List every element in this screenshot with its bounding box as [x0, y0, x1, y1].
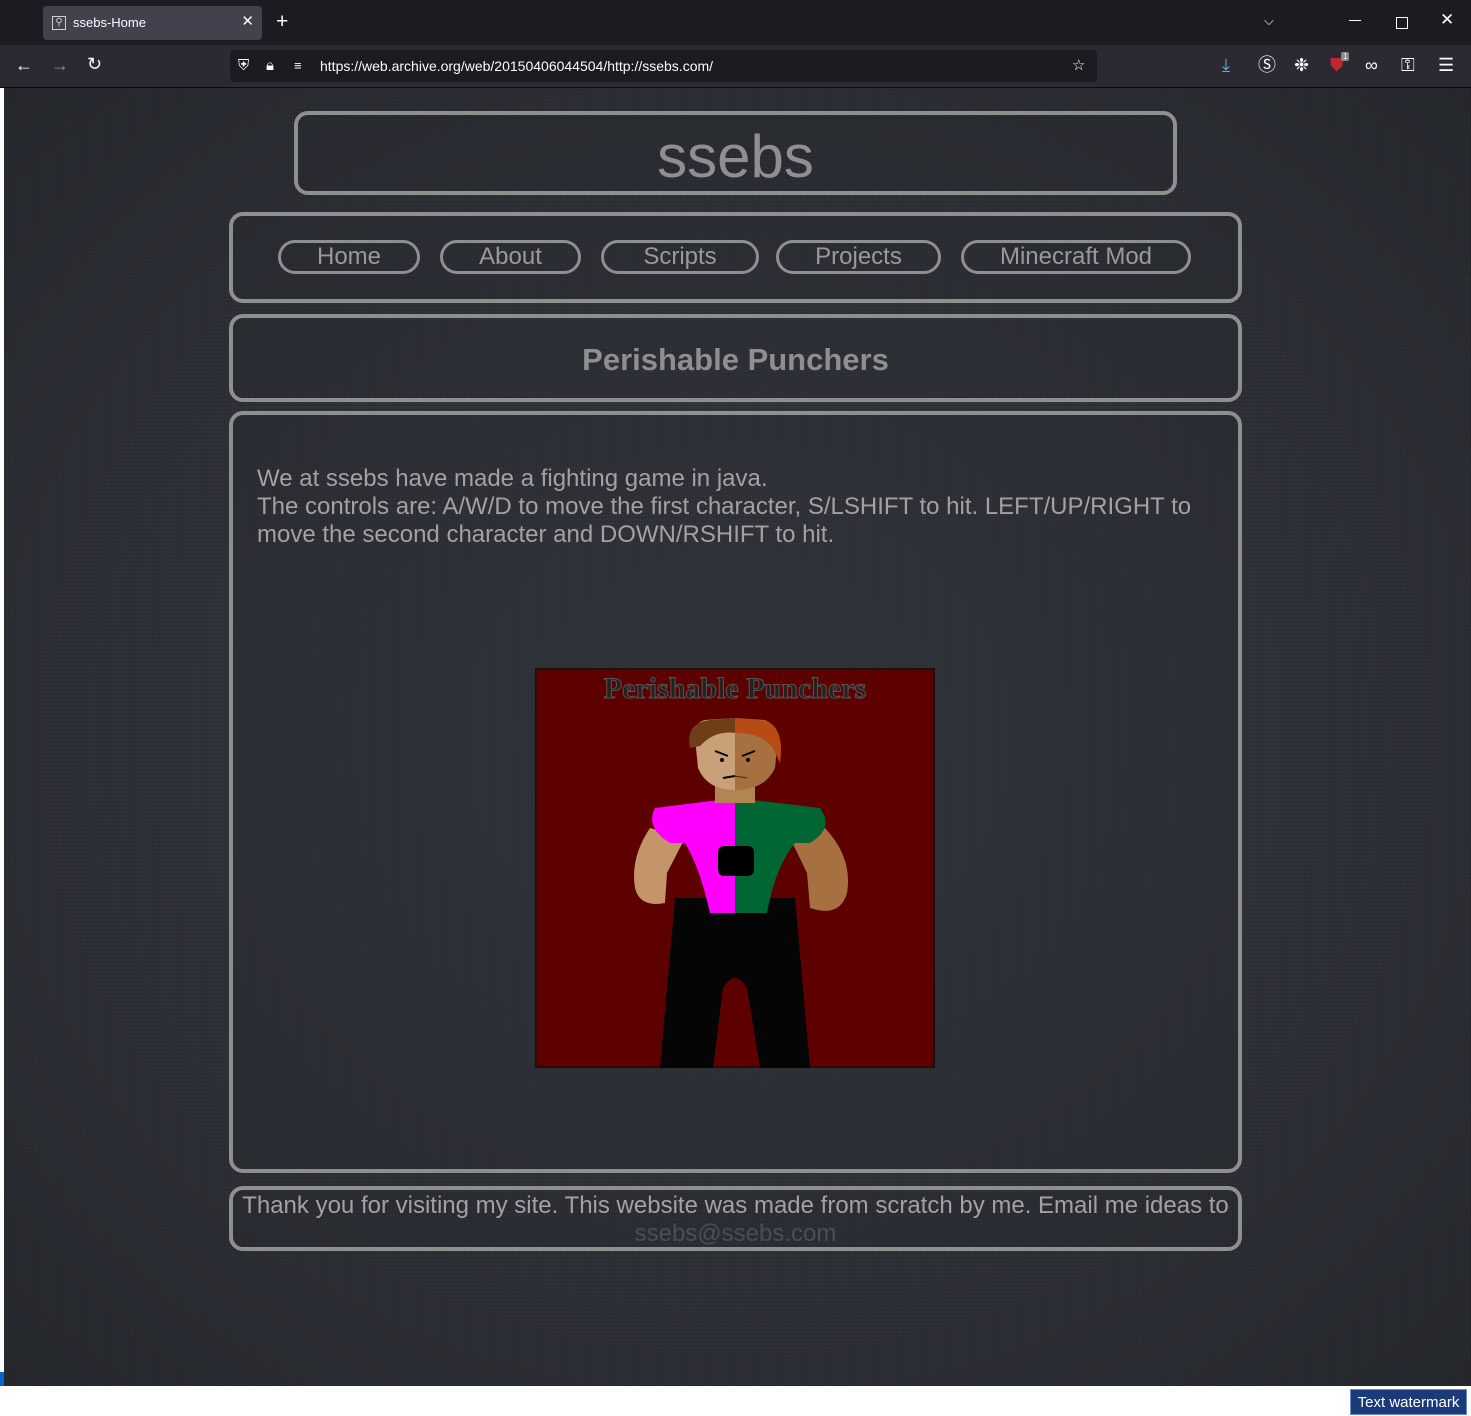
nav-projects-button[interactable]: Projects — [776, 240, 941, 274]
tab-list-chevron-icon[interactable]: ⌵ — [1264, 13, 1274, 29]
nav-about-button[interactable]: About — [440, 240, 581, 274]
site-header: ssebs — [294, 111, 1177, 195]
web-page: ssebs Home About Scripts Projects Minecr… — [4, 88, 1471, 1386]
account-s-icon[interactable]: Ⓢ — [1258, 55, 1276, 75]
text-watermark: Text watermark — [1350, 1389, 1467, 1415]
site-title: ssebs — [657, 123, 814, 190]
lock-icon[interactable]: 🔒︎ — [266, 57, 274, 75]
password-key-icon[interactable]: ⚿ — [1401, 55, 1415, 75]
artwork-caption: Perishable Punchers — [604, 672, 867, 705]
content-line-1: We at ssebs have made a fighting game in… — [257, 465, 768, 492]
forward-arrow-icon[interactable]: → — [51, 55, 69, 75]
page-title-panel: Perishable Punchers — [229, 314, 1242, 402]
content-panel: We at ssebs have made a fighting game in… — [229, 411, 1242, 1173]
shield-icon[interactable]: ⛨ — [238, 57, 249, 75]
tab-close-icon[interactable]: ✕ — [241, 12, 254, 30]
page-heading: Perishable Punchers — [582, 342, 889, 377]
maximize-icon[interactable] — [1396, 17, 1408, 29]
perishable-punchers-artwork: Perishable Punchers — [535, 668, 935, 1068]
minimize-icon[interactable] — [1349, 20, 1361, 21]
content-line-2: The controls are: A/W/D to move the firs… — [257, 493, 1192, 548]
content-text: We at ssebs have made a fighting game in… — [257, 465, 1217, 549]
reload-icon[interactable]: ↻ — [87, 54, 102, 74]
extensions-puzzle-icon[interactable]: ❉ — [1294, 55, 1309, 75]
nav-home-button[interactable]: Home — [278, 240, 420, 274]
browser-tab-bar: ⚲ ssebs-Home ✕ + ⌵ ✕ — [0, 0, 1471, 45]
bookmark-star-icon[interactable]: ☆ — [1072, 57, 1085, 75]
downloads-icon[interactable]: ⤓ — [1222, 55, 1230, 75]
permissions-icon[interactable]: ≡ — [294, 57, 302, 75]
address-bar[interactable]: ⛨ 🔒︎ ≡ https://web.archive.org/web/20150… — [230, 50, 1097, 82]
footer-email-link[interactable]: ssebs@ssebs.com — [233, 1220, 1238, 1248]
private-mask-icon[interactable]: ∞ — [1365, 55, 1378, 75]
site-favicon-icon: ⚲ — [52, 16, 66, 30]
back-arrow-icon[interactable]: ← — [15, 55, 33, 75]
url-text[interactable]: https://web.archive.org/web/201504060445… — [320, 58, 713, 74]
new-tab-icon[interactable]: + — [276, 10, 288, 34]
site-navigation: Home About Scripts Projects Minecraft Mo… — [229, 212, 1242, 303]
menu-hamburger-icon[interactable]: ☰ — [1438, 55, 1454, 75]
taskbar-edge-marker — [0, 1372, 4, 1386]
footer-text: Thank you for visiting my site. This web… — [242, 1192, 1229, 1219]
nav-minecraft-mod-button[interactable]: Minecraft Mod — [961, 240, 1191, 274]
site-footer: Thank you for visiting my site. This web… — [229, 1186, 1242, 1251]
ublock-badge: 1 — [1341, 52, 1350, 61]
tab-title: ssebs-Home — [73, 15, 146, 30]
nav-scripts-button[interactable]: Scripts — [601, 240, 759, 274]
browser-navigation-bar: ← → ↻ ⛨ 🔒︎ ≡ https://web.archive.org/web… — [0, 45, 1471, 88]
browser-tab[interactable]: ⚲ ssebs-Home ✕ — [43, 6, 262, 40]
window-close-icon[interactable]: ✕ — [1440, 10, 1454, 30]
